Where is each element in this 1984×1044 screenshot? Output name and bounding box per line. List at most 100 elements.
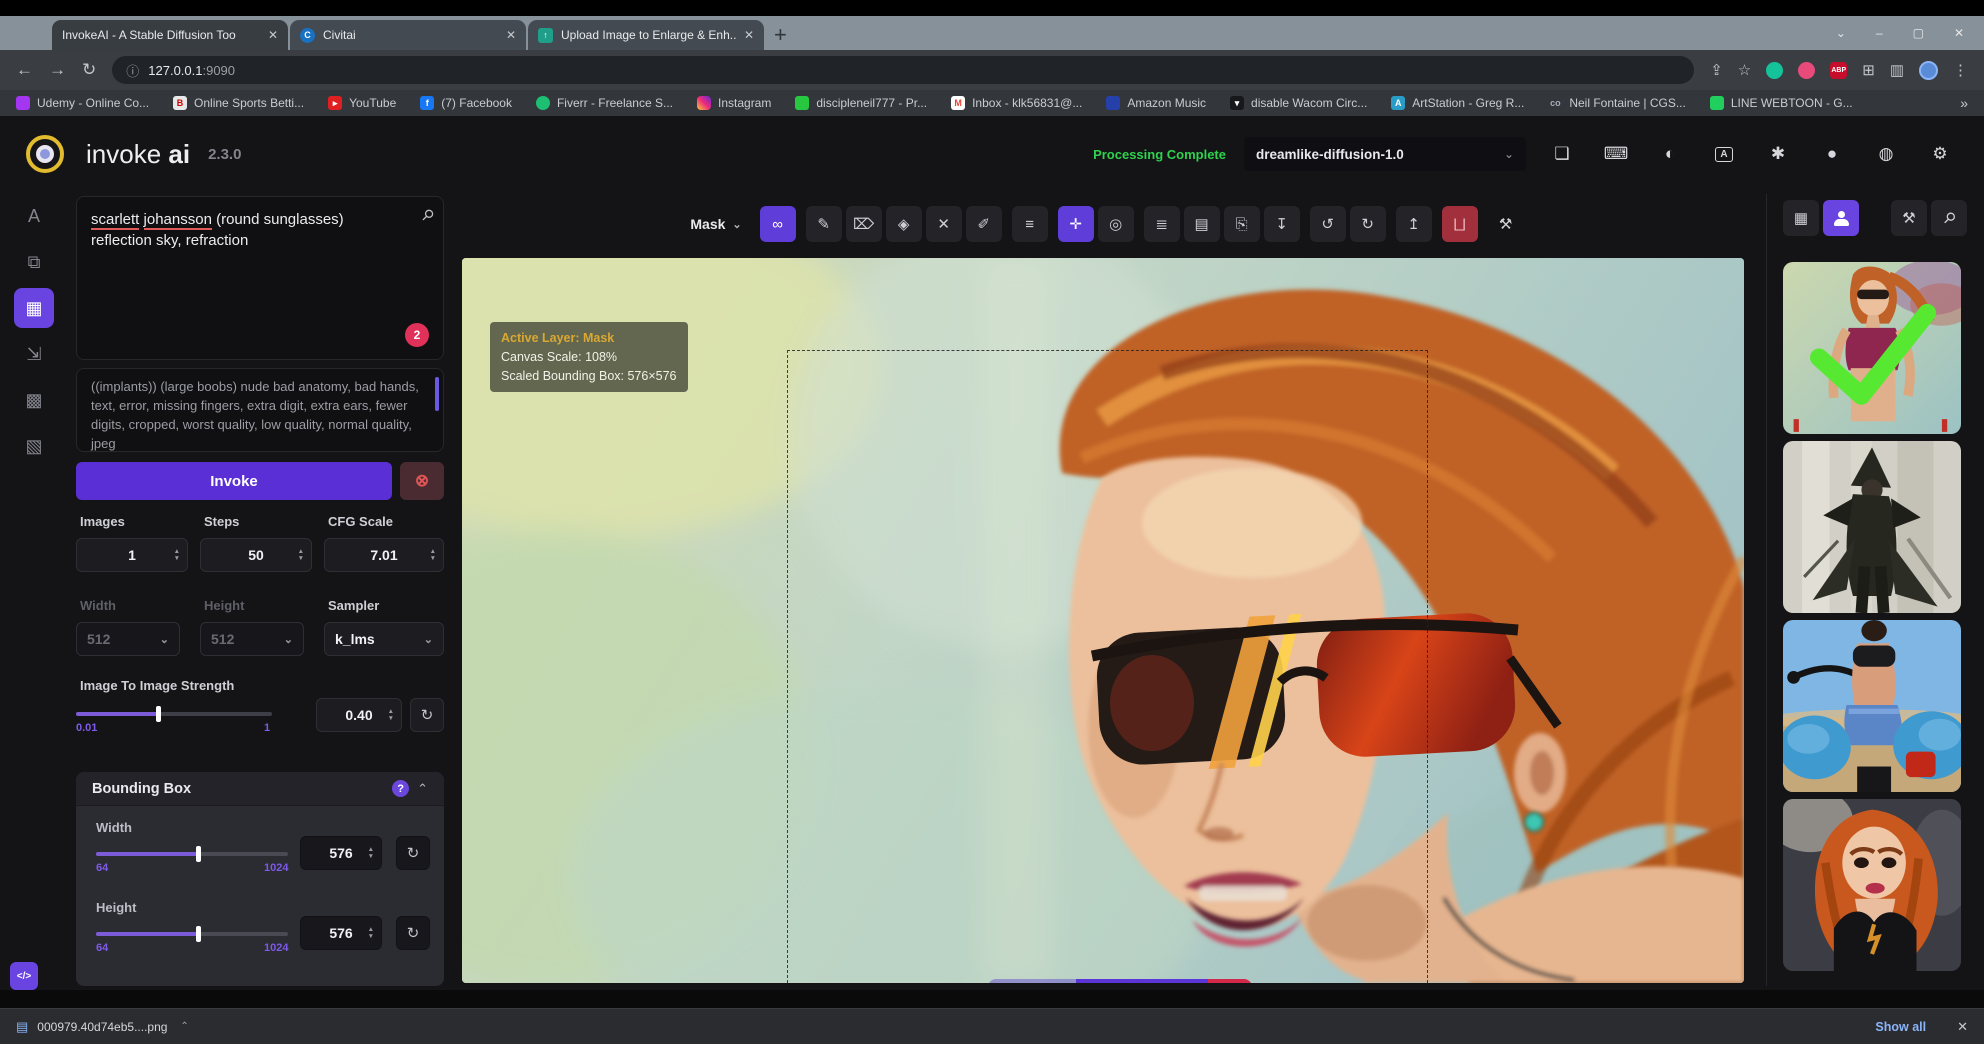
tab-list-chevron-icon[interactable]: ⌄ xyxy=(1836,26,1846,40)
move-tool-icon[interactable]: ✛ xyxy=(1058,206,1094,242)
bookmark-item[interactable]: Amazon Music xyxy=(1106,96,1206,110)
bbox-height-slider[interactable] xyxy=(96,932,288,936)
tab-text-to-image[interactable]: A xyxy=(14,196,54,236)
tab-close-icon[interactable]: ✕ xyxy=(268,28,278,42)
bbox-height-input[interactable]: 576▲▼ xyxy=(300,916,382,950)
stepper-icons[interactable]: ▲▼ xyxy=(388,708,394,722)
gallery-thumbnail[interactable] xyxy=(1783,620,1961,792)
show-hide-eye-icon[interactable]: ◉ xyxy=(1120,979,1164,983)
download-filename[interactable]: 000979.40d74eb5....png xyxy=(37,1020,167,1034)
eraser-icon[interactable]: ⌦ xyxy=(846,206,882,242)
bookmark-item[interactable]: Fiverr - Freelance S... xyxy=(536,96,673,110)
scrollbar-thumb[interactable] xyxy=(435,377,439,411)
theme-palette-icon[interactable]: ◐ xyxy=(1652,136,1688,172)
github-icon[interactable]: ● xyxy=(1814,136,1850,172)
extensions-puzzle-icon[interactable]: ⊞ xyxy=(1862,61,1875,79)
bookmark-item[interactable]: ▾disable Wacom Circ... xyxy=(1230,96,1367,110)
bookmark-item[interactable]: coNeil Fontaine | CGS... xyxy=(1548,96,1686,110)
back-icon[interactable]: ← xyxy=(16,60,33,80)
bounding-box-header[interactable]: Bounding Box ? ⌃ xyxy=(76,772,444,806)
strength-input[interactable]: 0.40▲▼ xyxy=(316,698,402,732)
bookmark-item[interactable]: ▸YouTube xyxy=(328,96,396,110)
tab-post-processing[interactable]: ▩ xyxy=(14,380,54,420)
chevron-up-icon[interactable]: ⌃ xyxy=(180,1021,188,1032)
brush-options-icon[interactable]: ≡ xyxy=(1012,206,1048,242)
prompt-textarea[interactable]: scarlett johansson (round sunglasses) re… xyxy=(76,196,444,360)
bookmark-item[interactable]: discipleneil777 - Pr... xyxy=(795,96,927,110)
width-select[interactable]: 512⌄ xyxy=(76,622,180,656)
reload-icon[interactable]: ↻ xyxy=(82,60,96,80)
bookmark-item[interactable]: BOnline Sports Betti... xyxy=(173,96,304,110)
tab-nodes[interactable]: ⇲ xyxy=(14,334,54,374)
strength-slider[interactable] xyxy=(76,712,272,716)
canvas-settings-wrench-icon[interactable]: ⚒ xyxy=(1488,206,1524,242)
side-panel-icon[interactable]: ▥ xyxy=(1890,61,1904,79)
gallery-pin-icon[interactable]: ⚲ xyxy=(1931,200,1967,236)
gallery-settings-wrench-icon[interactable]: ⚒ xyxy=(1891,200,1927,236)
stepper-icons[interactable]: ▲▼ xyxy=(298,548,304,562)
mask-toggle-icon[interactable]: ∞ xyxy=(760,206,796,242)
save-floppy-icon[interactable]: ▤ xyxy=(1164,979,1208,983)
accept-check-icon[interactable]: ✓ xyxy=(1076,979,1120,983)
tab-close-icon[interactable]: ✕ xyxy=(506,28,516,42)
profile-avatar[interactable] xyxy=(1919,61,1938,80)
steps-input[interactable]: 50▲▼ xyxy=(200,538,312,572)
tab-close-icon[interactable]: ✕ xyxy=(744,28,754,42)
color-picker-icon[interactable]: ✐ xyxy=(966,206,1002,242)
bbox-width-input[interactable]: 576▲▼ xyxy=(300,836,382,870)
new-tab-button[interactable]: + xyxy=(774,22,787,48)
strength-reset-button[interactable]: ↻ xyxy=(410,698,444,732)
bookmark-item[interactable]: AArtStation - Greg R... xyxy=(1391,96,1524,110)
brush-icon[interactable]: ✎ xyxy=(806,206,842,242)
canvas-image[interactable]: Active Layer: Mask Canvas Scale: 108% Sc… xyxy=(462,258,1744,983)
copy-to-clipboard-icon[interactable]: ⎘ xyxy=(1224,206,1260,242)
close-downloads-icon[interactable]: ✕ xyxy=(1957,1019,1968,1035)
height-select[interactable]: 512⌄ xyxy=(200,622,304,656)
model-manager-icon[interactable]: ❏ xyxy=(1544,136,1580,172)
bookmark-item[interactable]: MInbox - klk56831@... xyxy=(951,96,1082,110)
cfg-scale-input[interactable]: 7.01▲▼ xyxy=(324,538,444,572)
next-image-icon[interactable]: → xyxy=(1032,979,1076,983)
minimize-button[interactable]: – xyxy=(1876,26,1883,40)
model-select[interactable]: dreamlike-diffusion-1.0 ⌄ xyxy=(1244,137,1526,171)
negative-prompt-textarea[interactable]: ((implants)) (large boobs) nude bad anat… xyxy=(76,368,444,452)
adblock-extension-icon[interactable]: ABP xyxy=(1830,62,1847,79)
merge-layers-icon[interactable]: ≣ xyxy=(1144,206,1180,242)
slider-thumb[interactable] xyxy=(196,846,201,862)
bbox-width-slider[interactable] xyxy=(96,852,288,856)
tab-training[interactable]: ▧ xyxy=(14,426,54,466)
redo-icon[interactable]: ↻ xyxy=(1350,206,1386,242)
pink-extension-icon[interactable] xyxy=(1798,62,1815,79)
gallery-thumbnail-selected[interactable] xyxy=(1783,262,1961,434)
bbox-height-reset-button[interactable]: ↻ xyxy=(396,916,430,950)
layer-select[interactable]: Mask⌄ xyxy=(682,216,749,232)
help-icon[interactable]: ? xyxy=(392,780,409,797)
slider-thumb[interactable] xyxy=(196,926,201,942)
chevron-up-icon[interactable]: ⌃ xyxy=(417,781,428,797)
reset-view-icon[interactable]: ◎ xyxy=(1098,206,1134,242)
site-info-icon[interactable]: ⓘ xyxy=(126,61,139,80)
discard-x-icon[interactable]: ✕ xyxy=(1208,979,1252,983)
bookmark-item[interactable]: Instagram xyxy=(697,96,771,110)
download-image-icon[interactable]: ↧ xyxy=(1264,206,1300,242)
fill-bounding-box-icon[interactable]: ◈ xyxy=(886,206,922,242)
stepper-icons[interactable]: ▲▼ xyxy=(174,548,180,562)
browser-tab-upscale[interactable]: ↑ Upload Image to Enlarge & Enh... ✕ xyxy=(528,20,764,50)
maximize-button[interactable]: ▢ xyxy=(1913,26,1924,40)
close-button[interactable]: ✕ xyxy=(1954,26,1964,40)
gallery-person-tab-icon[interactable] xyxy=(1823,200,1859,236)
bookmark-item[interactable]: LINE WEBTOON - G... xyxy=(1710,96,1853,110)
stepper-icons[interactable]: ▲▼ xyxy=(430,548,436,562)
stepper-icons[interactable]: ▲▼ xyxy=(368,846,374,860)
console-toggle-button[interactable]: </> xyxy=(10,962,38,990)
share-icon[interactable]: ⇪ xyxy=(1710,61,1723,79)
language-icon[interactable]: A xyxy=(1706,136,1742,172)
undo-icon[interactable]: ↺ xyxy=(1310,206,1346,242)
tab-unified-canvas[interactable]: ▦ xyxy=(14,288,54,328)
erase-bounding-box-icon[interactable]: ✕ xyxy=(926,206,962,242)
bookmarks-overflow-chevron[interactable]: » xyxy=(1960,95,1968,111)
sampler-select[interactable]: k_lms⌄ xyxy=(324,622,444,656)
gallery-images-tab-icon[interactable]: ▦ xyxy=(1783,200,1819,236)
discord-icon[interactable]: ◍ xyxy=(1868,136,1904,172)
hotkeys-keyboard-icon[interactable]: ⌨ xyxy=(1598,136,1634,172)
